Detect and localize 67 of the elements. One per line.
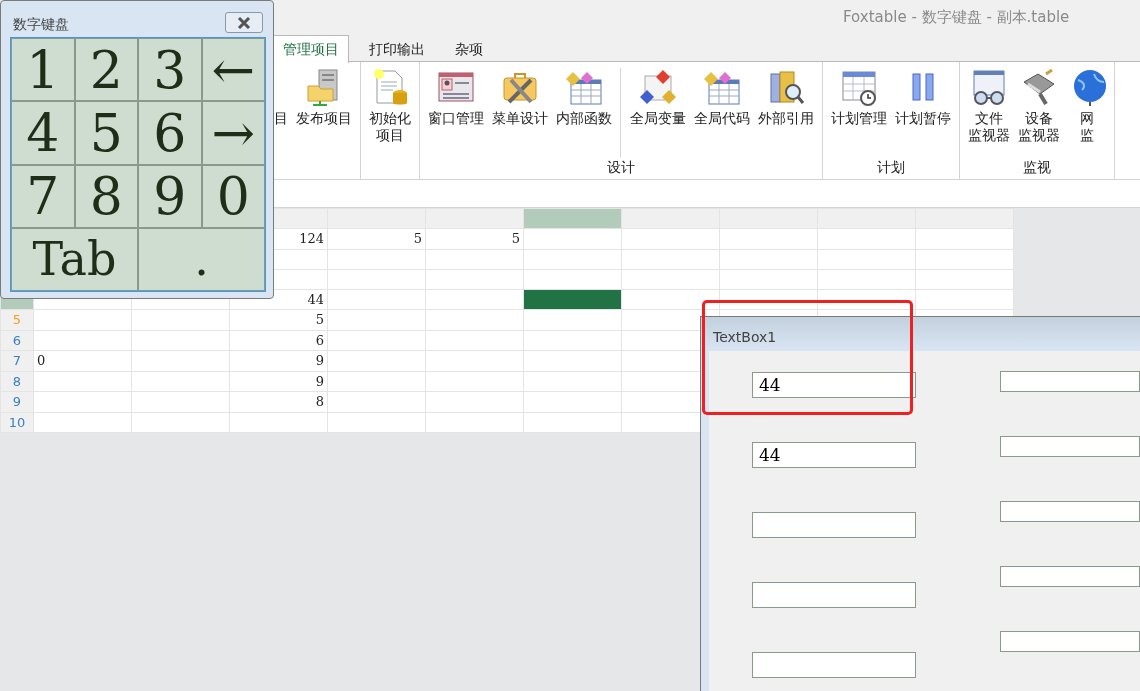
- key-button[interactable]: 4: [11, 101, 75, 165]
- ribbon-button[interactable]: 窗口管理: [428, 68, 484, 157]
- ribbon-button[interactable]: 发布项目: [296, 68, 352, 157]
- key-button[interactable]: 3: [138, 38, 202, 102]
- key-button[interactable]: Tab: [11, 227, 138, 291]
- key-button[interactable]: 0: [201, 164, 265, 228]
- text-field[interactable]: 44: [752, 372, 916, 398]
- row-header[interactable]: 7: [0, 350, 34, 371]
- text-field[interactable]: [1000, 566, 1140, 587]
- key-button[interactable]: 1: [11, 38, 75, 102]
- row-header[interactable]: 8: [0, 371, 34, 392]
- window-title: Foxtable - 数字键盘 - 副本.table: [843, 7, 1070, 29]
- row-header[interactable]: 10: [0, 412, 34, 433]
- ribbon-tab[interactable]: 杂项: [445, 35, 493, 61]
- ribbon-button[interactable]: 全局变量: [630, 68, 686, 157]
- table-cell: 9: [229, 371, 328, 392]
- key-button[interactable]: →: [201, 101, 265, 165]
- key-button[interactable]: 9: [138, 164, 202, 228]
- text-field[interactable]: [1000, 436, 1140, 457]
- table-cell: 5: [229, 309, 328, 330]
- calendar-clock-icon: [840, 68, 878, 106]
- key-button[interactable]: .: [138, 227, 265, 291]
- diamond-network-icon: [639, 68, 677, 106]
- ribbon-tab[interactable]: 打印输出: [359, 35, 435, 61]
- group-label: 监视: [1023, 159, 1051, 175]
- table-cell: 9: [229, 350, 328, 371]
- ribbon-button[interactable]: 设备 监视器: [1018, 68, 1060, 157]
- text-field[interactable]: [1000, 371, 1140, 392]
- ribbon-button[interactable]: 计划暂停: [895, 68, 951, 157]
- table-cell: 5: [425, 228, 524, 249]
- ribbon-button[interactable]: 网 监: [1068, 68, 1106, 157]
- close-button[interactable]: [225, 12, 263, 33]
- ribbon-button[interactable]: 计划管理: [831, 68, 887, 157]
- key-button[interactable]: 5: [74, 101, 138, 165]
- ribbon-button[interactable]: 文件 监视器: [968, 68, 1010, 157]
- ribbon-button[interactable]: 全局代码: [694, 68, 750, 157]
- window-glasses-icon: [970, 68, 1008, 106]
- table-cell: 5: [327, 228, 426, 249]
- row-header[interactable]: 6: [0, 330, 34, 351]
- books-magnifier-icon: [767, 68, 805, 106]
- row-header[interactable]: 9: [0, 391, 34, 412]
- window-title: TextBox1: [701, 317, 1140, 351]
- key-button[interactable]: 8: [74, 164, 138, 228]
- text-field[interactable]: [752, 652, 916, 678]
- ribbon-button[interactable]: 内部函数: [556, 68, 612, 157]
- text-field[interactable]: [752, 512, 916, 538]
- text-field[interactable]: [1000, 501, 1140, 522]
- key-button[interactable]: 6: [138, 101, 202, 165]
- ribbon-button[interactable]: 外部引用: [758, 68, 814, 157]
- table-cell: 6: [229, 330, 328, 351]
- table-cell: 8: [229, 391, 328, 412]
- key-button[interactable]: ←: [201, 38, 265, 102]
- close-icon: [237, 16, 251, 29]
- ribbon-tab[interactable]: 管理项目: [273, 35, 349, 63]
- window-title: 数字键盘: [13, 15, 69, 34]
- table-cell: 0: [33, 350, 132, 371]
- ribbon-button[interactable]: 目: [274, 68, 288, 157]
- key-button[interactable]: 2: [74, 38, 138, 102]
- group-label: 计划: [877, 159, 905, 175]
- text-field[interactable]: [752, 582, 916, 608]
- ribbon-button[interactable]: 菜单设计: [492, 68, 548, 157]
- document-database-icon: [371, 68, 409, 106]
- ribbon-button[interactable]: 初始化 项目: [369, 68, 411, 157]
- key-button[interactable]: 7: [11, 164, 75, 228]
- text-field[interactable]: 44: [752, 442, 916, 468]
- text-field[interactable]: [1000, 631, 1140, 652]
- group-label: 设计: [607, 159, 635, 175]
